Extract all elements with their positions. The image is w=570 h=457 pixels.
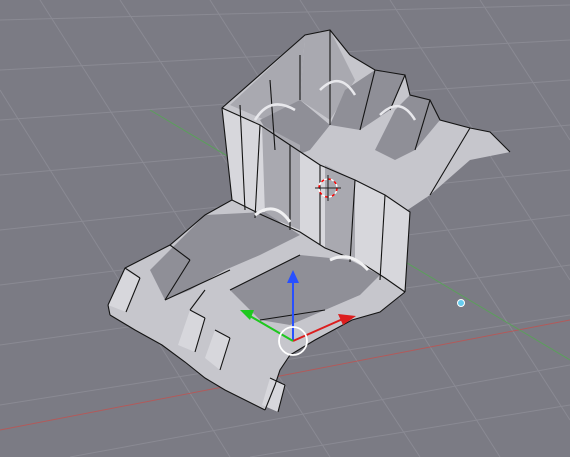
lamp-origin[interactable] — [457, 299, 465, 307]
mesh-object[interactable] — [107, 29, 511, 413]
3d-viewport[interactable] — [0, 0, 570, 457]
viewport-canvas[interactable] — [0, 0, 570, 457]
